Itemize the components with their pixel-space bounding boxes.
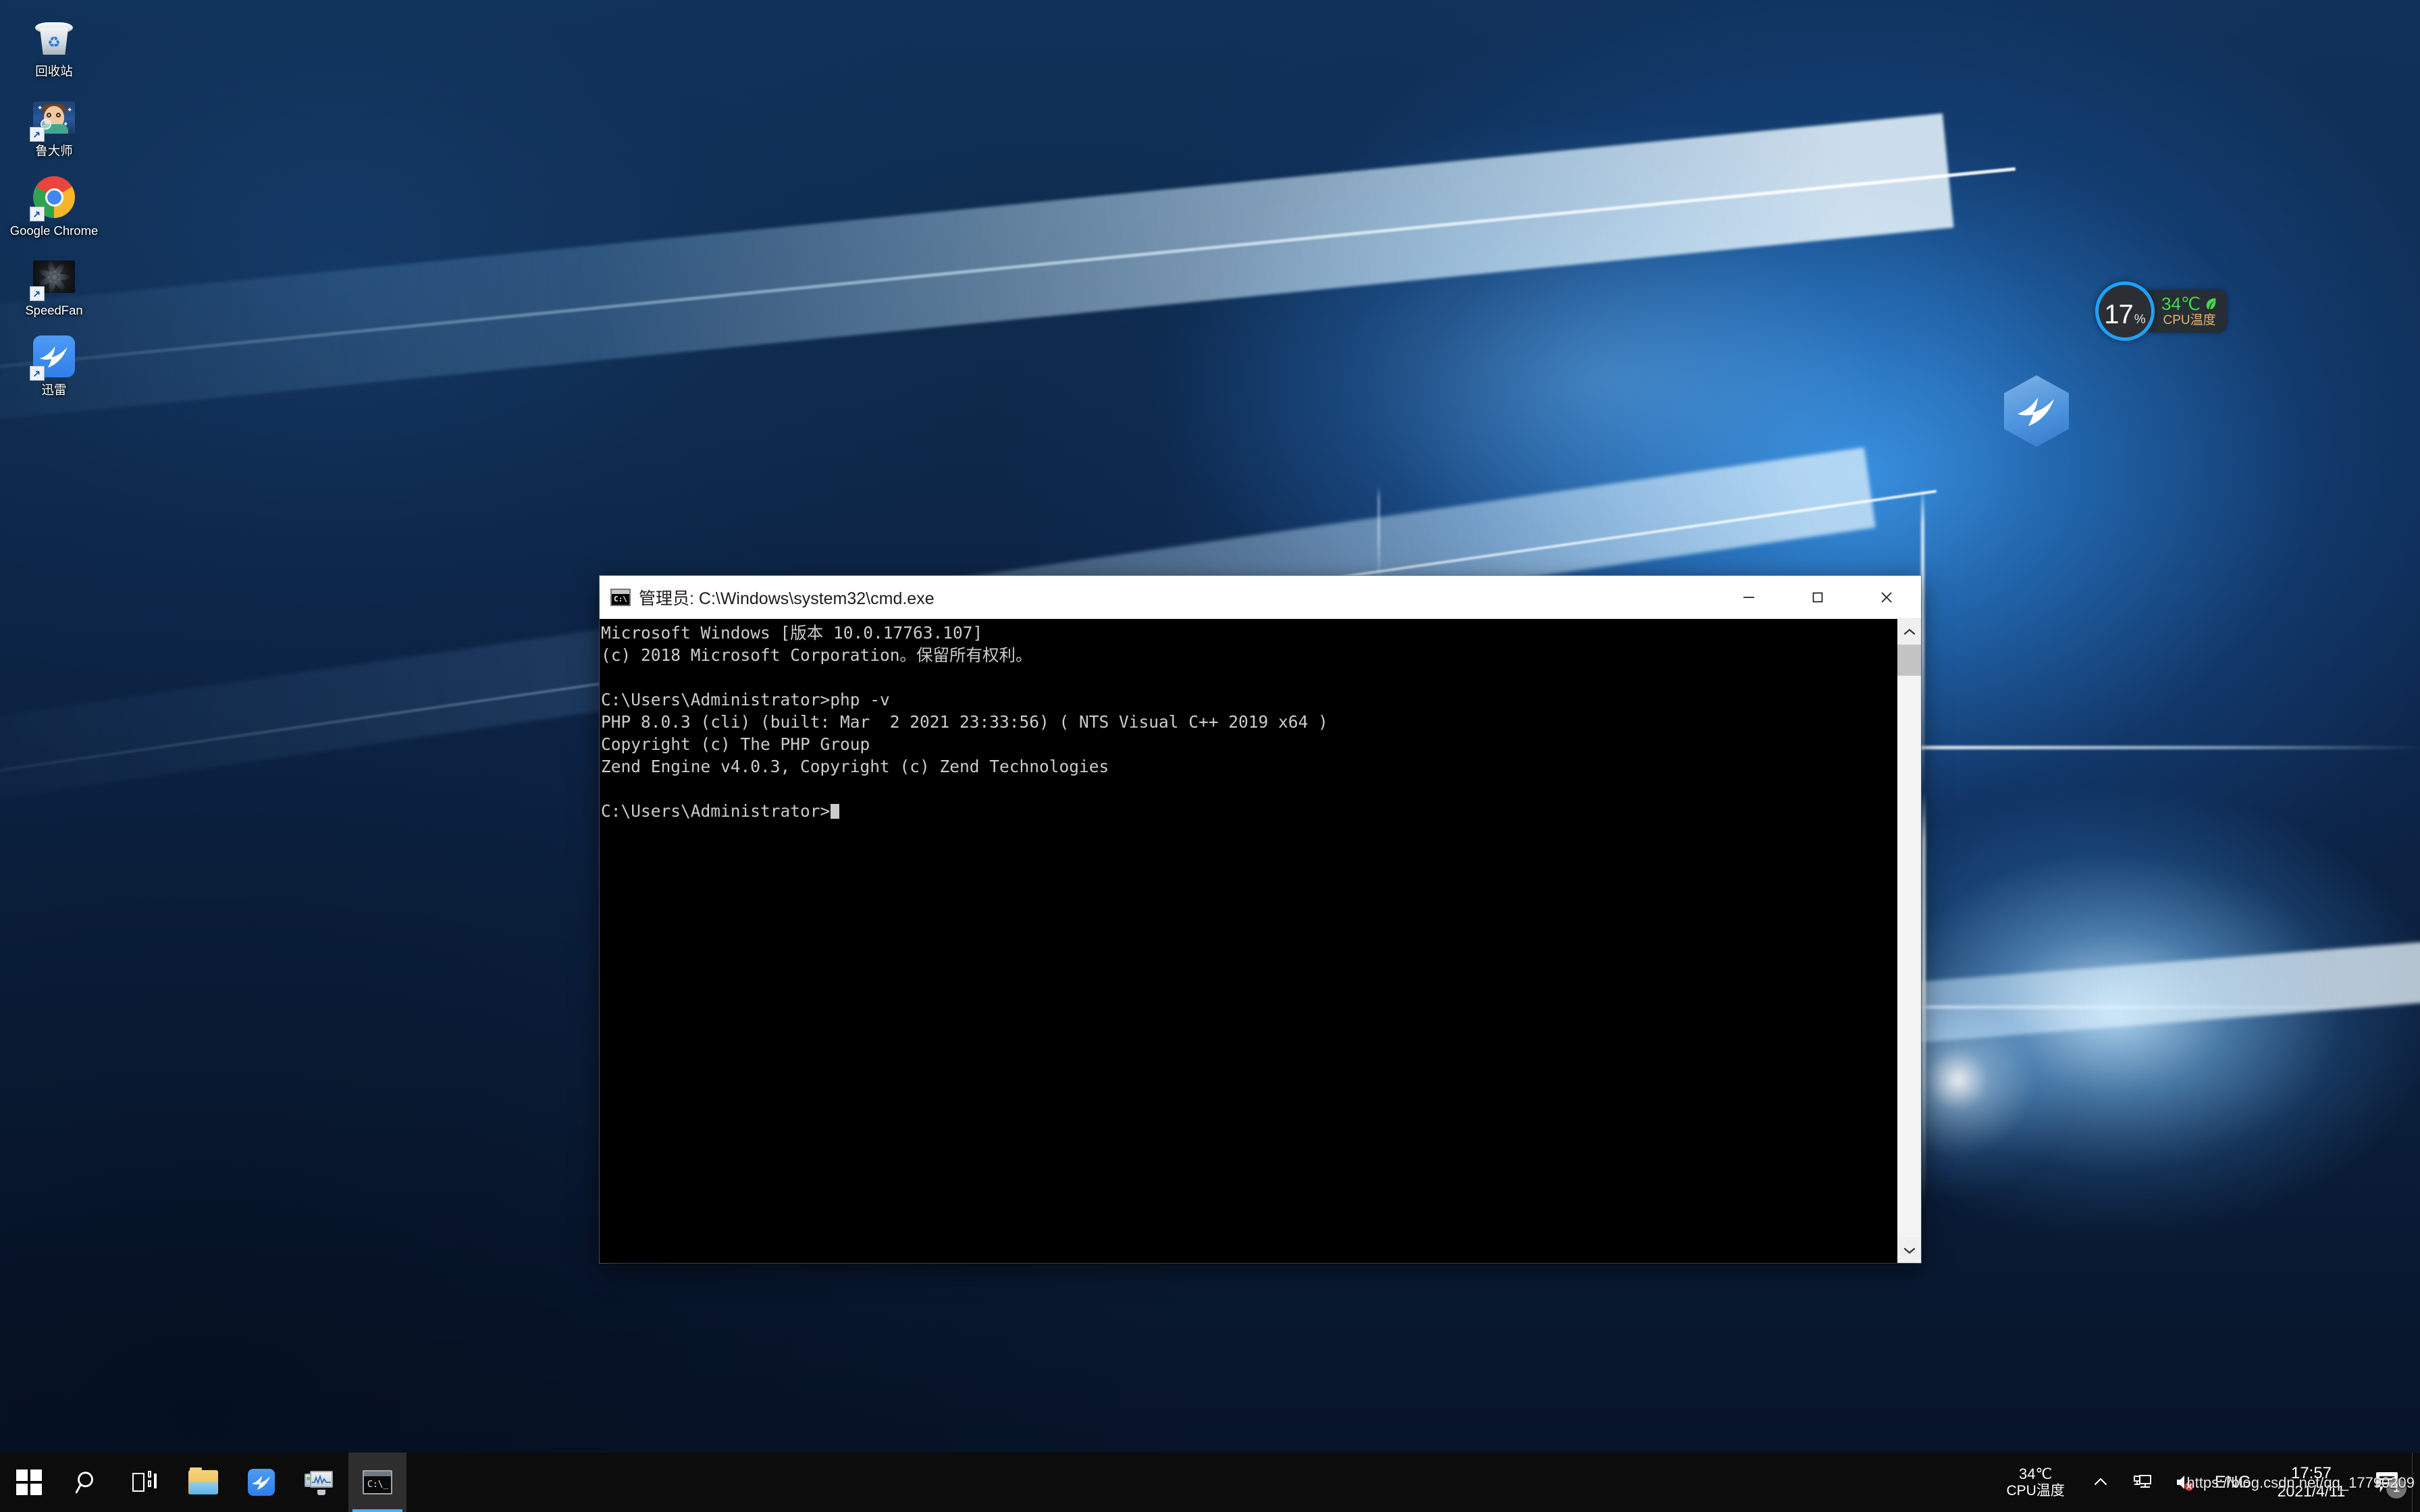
cpu-usage-unit: % bbox=[2134, 313, 2146, 327]
desktop-icon-label: Google Chrome bbox=[9, 223, 99, 238]
cpu-usage-ring: 17 % bbox=[2095, 281, 2155, 341]
taskbar[interactable]: C:\_ 34℃ CPU温度 ENG 17:57 2021/4/11 1 bbox=[0, 1453, 2420, 1512]
tray-cpu-temp[interactable]: 34℃ CPU温度 bbox=[1991, 1453, 2079, 1512]
shortcut-arrow-icon bbox=[30, 366, 45, 381]
search-button[interactable] bbox=[58, 1453, 116, 1512]
desktop-icon-speedfan[interactable]: SpeedFan bbox=[3, 248, 105, 321]
clock-date: 2021/4/11 bbox=[2277, 1482, 2346, 1500]
scroll-down-button[interactable] bbox=[1897, 1237, 1921, 1263]
recycle-bin-icon: ♻ bbox=[31, 15, 77, 61]
monitor-icon bbox=[305, 1469, 334, 1495]
scroll-track[interactable] bbox=[1897, 645, 1921, 1237]
chrome-icon bbox=[30, 174, 77, 221]
speedfan-taskbar-button[interactable] bbox=[290, 1453, 348, 1512]
cmd-body: Microsoft Windows [版本 10.0.17763.107] (c… bbox=[600, 619, 1921, 1263]
maximize-button[interactable] bbox=[1783, 576, 1852, 619]
clock-time: 17:57 bbox=[2290, 1464, 2332, 1482]
desktop-icon-google-chrome[interactable]: Google Chrome bbox=[3, 169, 105, 242]
volume-muted-icon bbox=[2176, 1476, 2194, 1491]
search-icon bbox=[75, 1472, 93, 1494]
ludashi-icon: ✦ ✦ ✦ bbox=[30, 94, 77, 142]
leaf-icon bbox=[2206, 298, 2216, 310]
desktop-icon-label: SpeedFan bbox=[25, 303, 83, 317]
desktop[interactable]: ♻ 回收站 ✦ ✦ ✦ 鲁大师 Google Chrome SpeedFan 迅… bbox=[0, 0, 2420, 1512]
system-tray: 34℃ CPU温度 ENG 17:57 2021/4/11 1 bbox=[1991, 1453, 2420, 1512]
tray-cpu-temp-value: 34℃ bbox=[2019, 1465, 2053, 1482]
desktop-icon-label: 迅雷 bbox=[41, 383, 67, 397]
shortcut-arrow-icon bbox=[30, 207, 45, 221]
chevron-up-icon bbox=[2094, 1478, 2107, 1486]
shortcut-arrow-icon bbox=[30, 127, 45, 142]
minimize-button[interactable] bbox=[1714, 576, 1783, 619]
file-explorer-button[interactable] bbox=[174, 1453, 232, 1512]
window-controls bbox=[1714, 576, 1921, 619]
action-center-button[interactable]: 1 bbox=[2362, 1453, 2412, 1512]
close-button[interactable] bbox=[1852, 576, 1921, 619]
tray-overflow-button[interactable] bbox=[2080, 1453, 2122, 1512]
cpu-monitor-widget[interactable]: 17 % 34℃ CPU温度 bbox=[2095, 280, 2228, 342]
desktop-icon-ludashi[interactable]: ✦ ✦ ✦ 鲁大师 bbox=[3, 89, 105, 162]
cmd-window-title: 管理员: C:\Windows\system32\cmd.exe bbox=[639, 589, 935, 608]
windows-logo-icon bbox=[16, 1469, 42, 1495]
cmd-cursor bbox=[831, 804, 840, 819]
scroll-up-button[interactable] bbox=[1897, 619, 1921, 645]
start-button[interactable] bbox=[0, 1453, 58, 1512]
language-indicator[interactable]: ENG bbox=[2205, 1453, 2261, 1512]
thunder-bird-glyph bbox=[2018, 398, 2054, 426]
network-icon bbox=[2133, 1475, 2151, 1488]
tray-icon-group: ENG bbox=[2080, 1453, 2261, 1512]
thunder-icon bbox=[30, 333, 77, 381]
cmd-title-bar[interactable]: C:\ 管理员: C:\Windows\system32\cmd.exe bbox=[600, 576, 1921, 619]
cmd-console-output[interactable]: Microsoft Windows [版本 10.0.17763.107] (c… bbox=[600, 619, 1897, 1263]
desktop-icon-label: 鲁大师 bbox=[35, 144, 73, 158]
shortcut-arrow-icon bbox=[30, 286, 45, 301]
speedfan-icon bbox=[30, 254, 77, 301]
cmd-console-text: Microsoft Windows [版本 10.0.17763.107] (c… bbox=[601, 623, 1328, 821]
cmd-icon: C:\ bbox=[610, 588, 631, 606]
tray-cpu-temp-caption: CPU温度 bbox=[2006, 1482, 2065, 1498]
desktop-icon-grid: ♻ 回收站 ✦ ✦ ✦ 鲁大师 Google Chrome SpeedFan 迅… bbox=[0, 9, 108, 408]
desktop-icon-recycle-bin[interactable]: ♻ 回收站 bbox=[3, 9, 105, 82]
clock[interactable]: 17:57 2021/4/11 bbox=[2261, 1453, 2362, 1512]
network-button[interactable] bbox=[2122, 1453, 2163, 1512]
task-view-button[interactable] bbox=[116, 1453, 174, 1512]
scroll-thumb[interactable] bbox=[1897, 645, 1921, 676]
thunder-taskbar-button[interactable] bbox=[232, 1453, 290, 1512]
cpu-temp-caption: CPU温度 bbox=[2163, 313, 2216, 327]
cmd-window[interactable]: C:\ 管理员: C:\Windows\system32\cmd.exe Mic… bbox=[600, 576, 1921, 1263]
task-view-icon bbox=[132, 1471, 158, 1494]
desktop-icon-thunder[interactable]: 迅雷 bbox=[3, 328, 105, 401]
thunder-hex-icon[interactable] bbox=[2004, 375, 2069, 447]
cmd-taskbar-button[interactable]: C:\_ bbox=[348, 1453, 406, 1512]
cmd-icon: C:\_ bbox=[363, 1470, 392, 1494]
cpu-temperature-value: 34℃ bbox=[2161, 294, 2201, 314]
volume-button[interactable] bbox=[2163, 1453, 2205, 1512]
cpu-temp-panel: 34℃ CPU温度 bbox=[2145, 290, 2228, 333]
desktop-icon-label: 回收站 bbox=[35, 64, 73, 78]
cpu-usage-value: 17 bbox=[2104, 300, 2133, 329]
show-desktop-button[interactable] bbox=[2412, 1453, 2420, 1512]
thunder-icon bbox=[248, 1469, 275, 1496]
notification-badge: 1 bbox=[2386, 1478, 2406, 1498]
folder-icon bbox=[188, 1467, 218, 1494]
cmd-scrollbar[interactable] bbox=[1897, 619, 1921, 1263]
